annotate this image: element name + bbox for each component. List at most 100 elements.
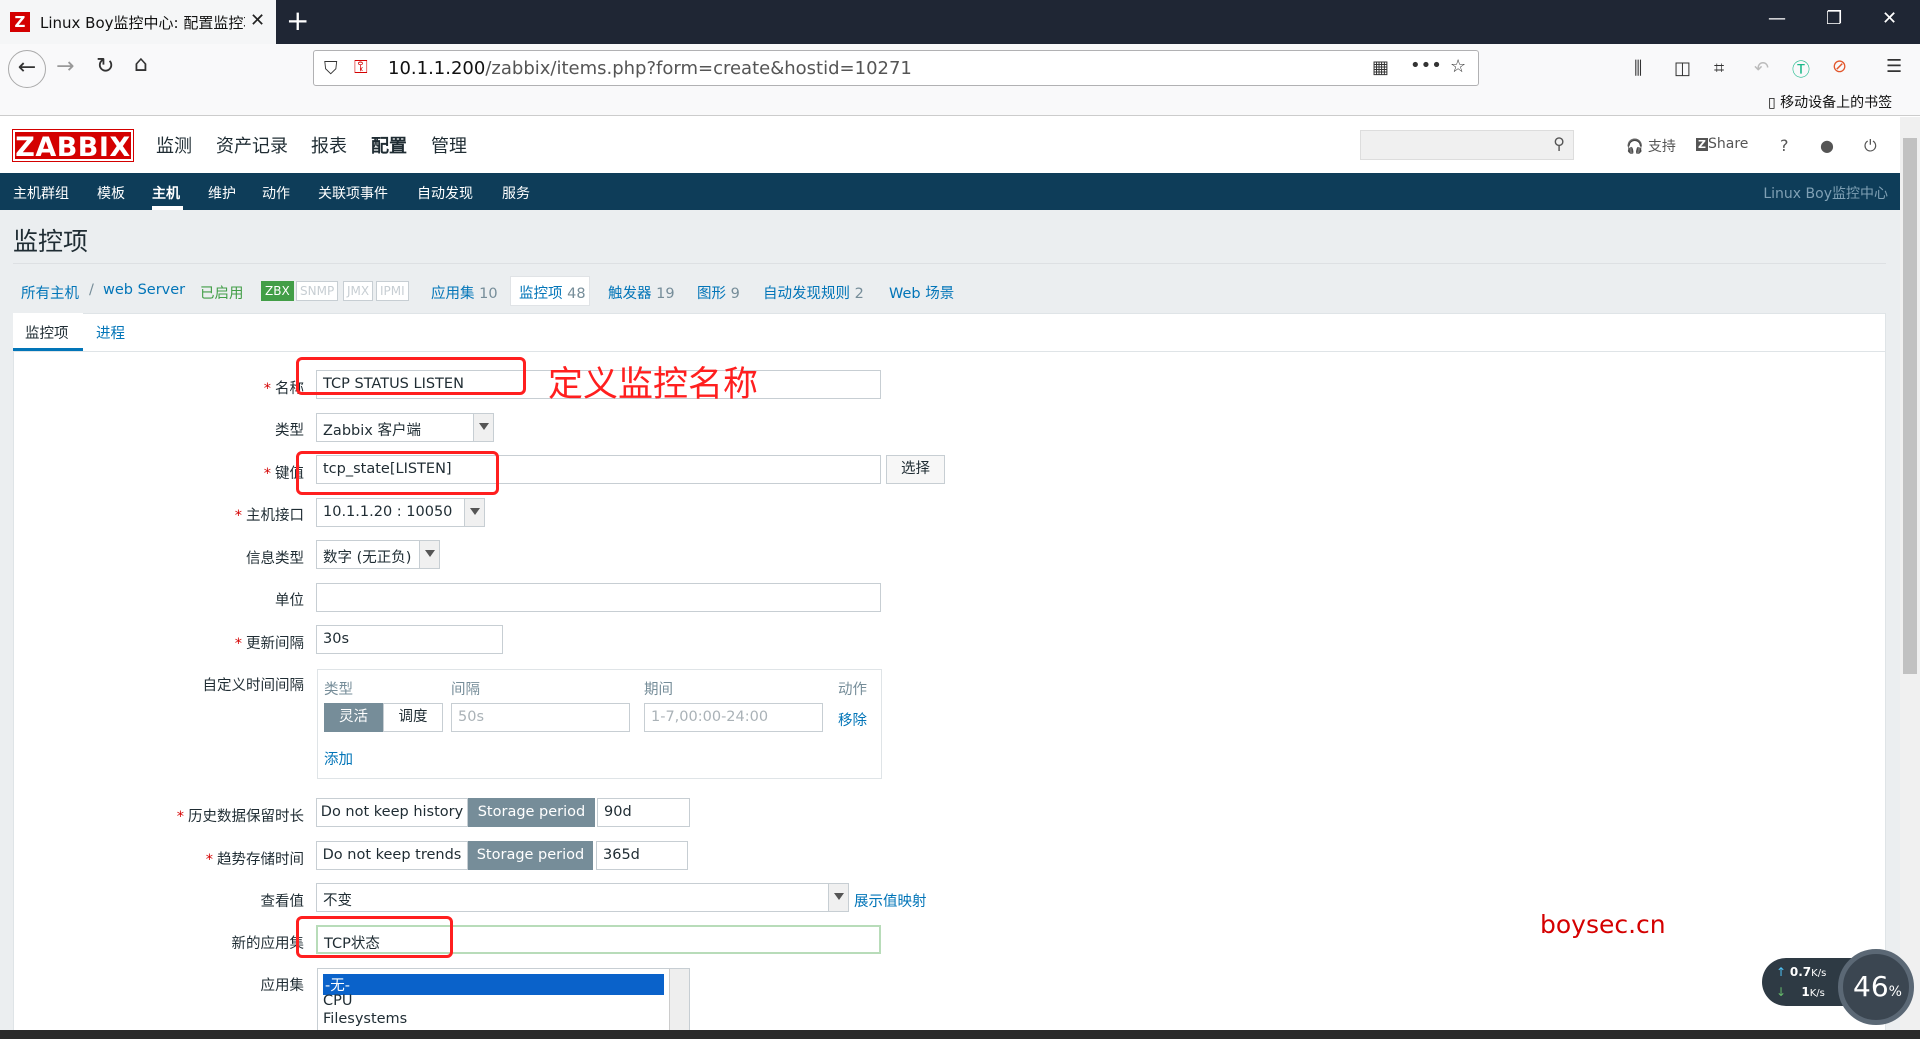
history-period-input[interactable]: 90d bbox=[597, 798, 690, 827]
search-icon[interactable]: ⚲ bbox=[1553, 134, 1565, 153]
url-bar[interactable]: ⛉ ⚿ 10.1.1.200/zabbix/items.php?form=cre… bbox=[313, 50, 1479, 86]
tab-item[interactable]: 监控项 bbox=[25, 322, 69, 343]
application-option[interactable]: -无- bbox=[323, 974, 664, 995]
mobile-bookmarks[interactable]: ▯ 移动设备上的书签 bbox=[1768, 92, 1892, 112]
application-option[interactable]: CPU bbox=[323, 993, 352, 1009]
help-icon[interactable]: ? bbox=[1780, 136, 1789, 155]
minimize-button[interactable]: — bbox=[1768, 8, 1786, 29]
value-map-select[interactable]: 不变 bbox=[316, 883, 849, 912]
type-select[interactable]: Zabbix 客户端 bbox=[316, 413, 494, 442]
menu-icon[interactable]: ☰ bbox=[1886, 56, 1902, 77]
undo-icon[interactable]: ↶ bbox=[1754, 58, 1769, 79]
qr-icon[interactable]: ▦ bbox=[1372, 57, 1389, 78]
submenu-maintenance[interactable]: 维护 bbox=[208, 183, 236, 203]
applications-label: 应用集 bbox=[260, 978, 305, 994]
submenu-event-correlation[interactable]: 关联项事件 bbox=[318, 183, 388, 203]
breadcrumb-all-hosts[interactable]: 所有主机 bbox=[21, 282, 79, 303]
chevron-down-icon[interactable] bbox=[419, 541, 439, 568]
trends-period-input[interactable]: 365d bbox=[596, 841, 688, 870]
reload-icon[interactable]: ↻ bbox=[96, 54, 114, 79]
custom-period-input[interactable]: 1-7,00:00-24:00 bbox=[644, 703, 823, 732]
info-type-select[interactable]: 数字 (无正负) bbox=[316, 540, 440, 569]
applications-listbox[interactable]: -无- CPU Filesystems bbox=[317, 968, 690, 1039]
show-value-mappings-link[interactable]: 展示值映射 bbox=[854, 890, 927, 911]
close-window-button[interactable]: ✕ bbox=[1882, 8, 1897, 29]
custom-add-link[interactable]: 添加 bbox=[324, 748, 353, 769]
custom-scheduling-toggle[interactable]: 调度 bbox=[383, 703, 443, 732]
translate-icon[interactable]: Ⓣ bbox=[1792, 56, 1810, 82]
chevron-down-icon[interactable] bbox=[828, 884, 848, 911]
browser-tab[interactable]: Z Linux Boy监控中心: 配置监控项 ✕ bbox=[0, 0, 276, 44]
logout-icon[interactable]: ⏻ bbox=[1864, 136, 1877, 156]
listbox-scrollbar[interactable] bbox=[669, 969, 689, 1038]
custom-flexible-toggle[interactable]: 灵活 bbox=[324, 703, 383, 732]
menu-administration[interactable]: 管理 bbox=[431, 132, 467, 158]
submenu-hosts[interactable]: 主机 bbox=[152, 183, 180, 203]
host-status-enabled[interactable]: 已启用 bbox=[200, 282, 244, 303]
key-select-button[interactable]: 选择 bbox=[886, 455, 945, 484]
submenu-templates[interactable]: 模板 bbox=[97, 183, 125, 203]
library-icon[interactable]: ⫼ bbox=[1634, 58, 1642, 79]
cpu-gauge: 46% bbox=[1838, 949, 1914, 1025]
breadcrumb-triggers[interactable]: 触发器 19 bbox=[608, 282, 675, 303]
share-link[interactable]: Z Share bbox=[1696, 136, 1748, 152]
chevron-down-icon[interactable] bbox=[464, 499, 484, 526]
breadcrumb-host[interactable]: web Server bbox=[103, 282, 185, 298]
breadcrumb-applications[interactable]: 应用集 10 bbox=[431, 282, 498, 303]
breadcrumb-items[interactable]: 监控项 48 bbox=[519, 282, 586, 303]
breadcrumb-graphs[interactable]: 图形 9 bbox=[697, 282, 740, 303]
custom-col-interval: 间隔 bbox=[451, 682, 480, 698]
support-link[interactable]: 🎧 支持 bbox=[1626, 136, 1676, 156]
menu-configuration[interactable]: 配置 bbox=[371, 132, 407, 158]
trends-storage-period-toggle[interactable]: Storage period bbox=[468, 841, 593, 870]
key-label: * 键值 bbox=[263, 466, 304, 482]
zabbix-favicon-icon: Z bbox=[10, 12, 30, 32]
host-interface-select[interactable]: 10.1.1.20 : 10050 bbox=[316, 498, 485, 527]
tab-close-icon[interactable]: ✕ bbox=[250, 10, 265, 31]
more-icon[interactable]: ••• bbox=[1410, 55, 1442, 76]
trends-do-not-keep-toggle[interactable]: Do not keep trends bbox=[316, 841, 468, 870]
submenu-host-groups[interactable]: 主机群组 bbox=[13, 183, 69, 203]
server-name: Linux Boy监控中心 bbox=[1763, 186, 1888, 202]
browser-toolbar: ← → ↻ ⌂ ⛉ ⚿ 10.1.1.200/zabbix/items.php?… bbox=[0, 44, 1920, 116]
history-do-not-keep-toggle[interactable]: Do not keep history bbox=[316, 798, 468, 827]
block-icon[interactable]: ⊘ bbox=[1832, 56, 1847, 77]
crop-icon[interactable]: ⌗ bbox=[1714, 58, 1724, 79]
submenu-actions[interactable]: 动作 bbox=[262, 183, 290, 203]
sidebar-icon[interactable]: ◫ bbox=[1674, 58, 1691, 79]
breadcrumb-discovery-rules[interactable]: 自动发现规则 2 bbox=[763, 282, 864, 303]
submenu-services[interactable]: 服务 bbox=[502, 183, 530, 203]
user-profile-icon[interactable]: ● bbox=[1820, 136, 1834, 155]
breadcrumb-separator: / bbox=[89, 282, 94, 298]
global-search-input[interactable]: ⚲ bbox=[1360, 130, 1574, 160]
forward-icon[interactable]: → bbox=[56, 54, 74, 79]
custom-interval-input[interactable]: 50s bbox=[451, 703, 630, 732]
zabbix-logo[interactable]: ZABBIX bbox=[12, 129, 134, 163]
home-icon[interactable]: ⌂ bbox=[134, 52, 148, 77]
annotation-text: 定义监控名称 bbox=[548, 365, 759, 405]
menu-monitoring[interactable]: 监测 bbox=[156, 132, 192, 158]
page-scrollbar-thumb[interactable] bbox=[1903, 138, 1917, 674]
update-interval-label: * 更新间隔 bbox=[234, 636, 304, 652]
update-interval-input[interactable]: 30s bbox=[316, 625, 503, 654]
chevron-down-icon[interactable] bbox=[473, 414, 493, 441]
history-storage-period-toggle[interactable]: Storage period bbox=[468, 798, 595, 827]
custom-remove-link[interactable]: 移除 bbox=[838, 709, 867, 730]
breadcrumb-web-scenarios[interactable]: Web 场景 bbox=[889, 282, 954, 303]
menu-inventory[interactable]: 资产记录 bbox=[216, 132, 288, 158]
url-text[interactable]: 10.1.1.200/zabbix/items.php?form=create&… bbox=[388, 58, 912, 79]
shield-icon[interactable]: ⛉ bbox=[324, 58, 338, 79]
submenu-discovery[interactable]: 自动发现 bbox=[417, 183, 473, 203]
new-tab-button[interactable]: + bbox=[286, 4, 309, 37]
bookmark-star-icon[interactable]: ☆ bbox=[1450, 56, 1466, 77]
tab-preprocessing[interactable]: 进程 bbox=[96, 322, 125, 343]
application-option[interactable]: Filesystems bbox=[323, 1011, 407, 1027]
units-input[interactable] bbox=[316, 583, 881, 612]
restore-button[interactable]: ❐ bbox=[1826, 8, 1842, 29]
insecure-lock-icon[interactable]: ⚿ bbox=[354, 57, 368, 78]
title-divider bbox=[13, 263, 1886, 264]
back-icon[interactable]: ← bbox=[8, 50, 46, 88]
menu-reports[interactable]: 报表 bbox=[311, 132, 347, 158]
browser-tab-bar: Z Linux Boy监控中心: 配置监控项 ✕ + — ❐ ✕ bbox=[0, 0, 1920, 44]
custom-intervals-label: 自定义时间间隔 bbox=[202, 678, 305, 694]
